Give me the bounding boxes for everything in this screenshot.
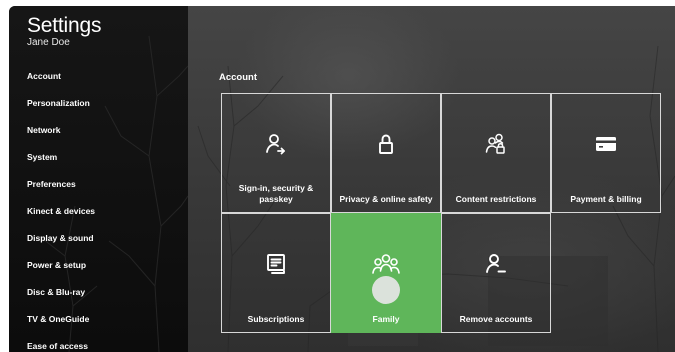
tile-label: Subscriptions xyxy=(247,314,305,324)
sidebar-item-tv-oneguide[interactable]: TV & OneGuide xyxy=(27,313,95,340)
sidebar-item-personalization[interactable]: Personalization xyxy=(27,97,95,124)
account-tiles-grid: Sign-in, security & passkey Privacy & on… xyxy=(221,93,661,333)
tile-label: Family xyxy=(372,314,400,324)
sidebar-item-power-setup[interactable]: Power & setup xyxy=(27,259,95,286)
tile-label: Privacy & online safety xyxy=(339,194,433,204)
tile-privacy-online-safety[interactable]: Privacy & online safety xyxy=(331,93,441,213)
sidebar-item-ease-of-access[interactable]: Ease of access xyxy=(27,340,95,352)
section-title: Account xyxy=(219,72,257,83)
tile-label: Sign-in, security & passkey xyxy=(238,183,314,204)
sidebar-nav: Account Personalization Network System P… xyxy=(27,70,95,352)
sidebar-item-disc-bluray[interactable]: Disc & Blu-ray xyxy=(27,286,95,313)
tile-sign-in-security[interactable]: Sign-in, security & passkey xyxy=(221,93,331,213)
focus-cursor xyxy=(372,276,400,304)
remove-user-icon xyxy=(442,252,550,276)
family-icon xyxy=(332,252,440,276)
user-arrow-icon xyxy=(222,132,330,156)
sidebar-item-preferences[interactable]: Preferences xyxy=(27,178,95,205)
sidebar-item-system[interactable]: System xyxy=(27,151,95,178)
sidebar-item-account[interactable]: Account xyxy=(27,70,95,97)
subscriptions-icon xyxy=(222,252,330,276)
user-lock-icon xyxy=(442,132,550,156)
sidebar-item-network[interactable]: Network xyxy=(27,124,95,151)
tile-family[interactable]: Family xyxy=(331,213,441,333)
tile-subscriptions[interactable]: Subscriptions xyxy=(221,213,331,333)
sidebar-item-kinect-devices[interactable]: Kinect & devices xyxy=(27,205,95,232)
page-title: Settings xyxy=(27,14,102,37)
tile-label: Remove accounts xyxy=(459,314,533,324)
tile-label: Payment & billing xyxy=(570,194,642,204)
lock-icon xyxy=(332,132,440,156)
sidebar-item-display-sound[interactable]: Display & sound xyxy=(27,232,95,259)
tile-payment-billing[interactable]: Payment & billing xyxy=(551,93,661,213)
user-name: Jane Doe xyxy=(27,37,70,48)
sidebar: Settings Jane Doe Account Personalizatio… xyxy=(9,6,188,352)
tile-label: Content restrictions xyxy=(455,194,537,204)
tile-remove-accounts[interactable]: Remove accounts xyxy=(441,213,551,333)
settings-window: Settings Jane Doe Account Personalizatio… xyxy=(9,6,675,352)
credit-card-icon xyxy=(552,132,660,156)
tile-content-restrictions[interactable]: Content restrictions xyxy=(441,93,551,213)
